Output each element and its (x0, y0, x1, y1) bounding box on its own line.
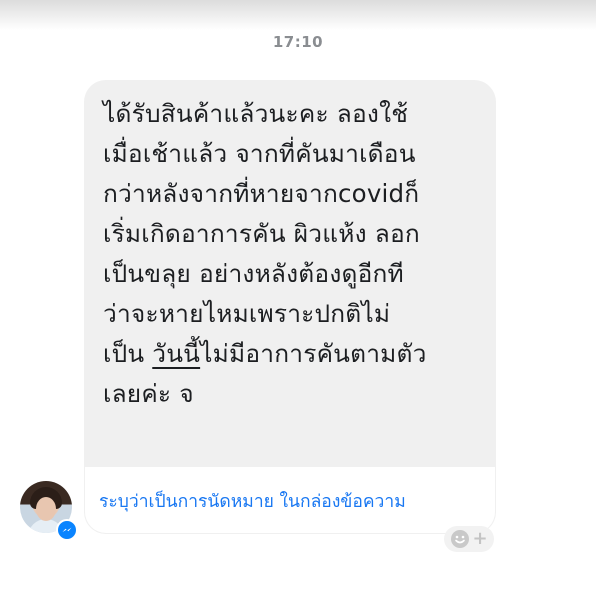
message-line: เมื่อเช้าแล้ว จากที่คันมาเดือน (103, 139, 416, 168)
message-timestamp: 17:10 (272, 33, 324, 51)
mark-as-appointment-link[interactable]: ระบุว่าเป็นการนัดหมาย ในกล่องข้อความ (99, 487, 406, 515)
message-line: เริ่มเกิดอาการคัน ผิวแห้ง ลอก (103, 219, 420, 248)
message-line: เป็นขลุย อย่างหลังต้องดูอีกที (103, 259, 404, 288)
detected-date-link[interactable]: วันนี้ (152, 339, 200, 368)
message-line: เป็น วันนี้ไม่มีอาการคันตามตัว (103, 334, 483, 374)
message-bubble[interactable]: ได้รับสินค้าแล้วนะคะ ลองใช้ เมื่อเช้าแล้… (84, 80, 496, 534)
message-line: กว่าหลังจากที่หายจากcovidก็ (103, 179, 420, 208)
message-line-prefix: เป็น (103, 339, 153, 368)
smiley-icon (451, 530, 470, 548)
top-shade (0, 0, 596, 30)
avatar-face (36, 497, 56, 521)
messenger-icon (56, 519, 78, 541)
message-line: เลยค่ะ จ (103, 379, 194, 408)
plus-icon: + (472, 528, 488, 549)
message-line-suffix: ไม่มีอาการคันตามตัว (200, 339, 427, 368)
message-line: ว่าจะหายไหมเพราะปกติไม่ (103, 299, 391, 328)
message-text: ได้รับสินค้าแล้วนะคะ ลองใช้ เมื่อเช้าแล้… (103, 94, 483, 414)
add-reaction-button[interactable]: + (444, 526, 494, 552)
suggestion-bar: ระบุว่าเป็นการนัดหมาย ในกล่องข้อความ (85, 467, 495, 533)
messenger-bolt-icon (62, 527, 72, 532)
message-line: ได้รับสินค้าแล้วนะคะ ลองใช้ (103, 99, 409, 128)
